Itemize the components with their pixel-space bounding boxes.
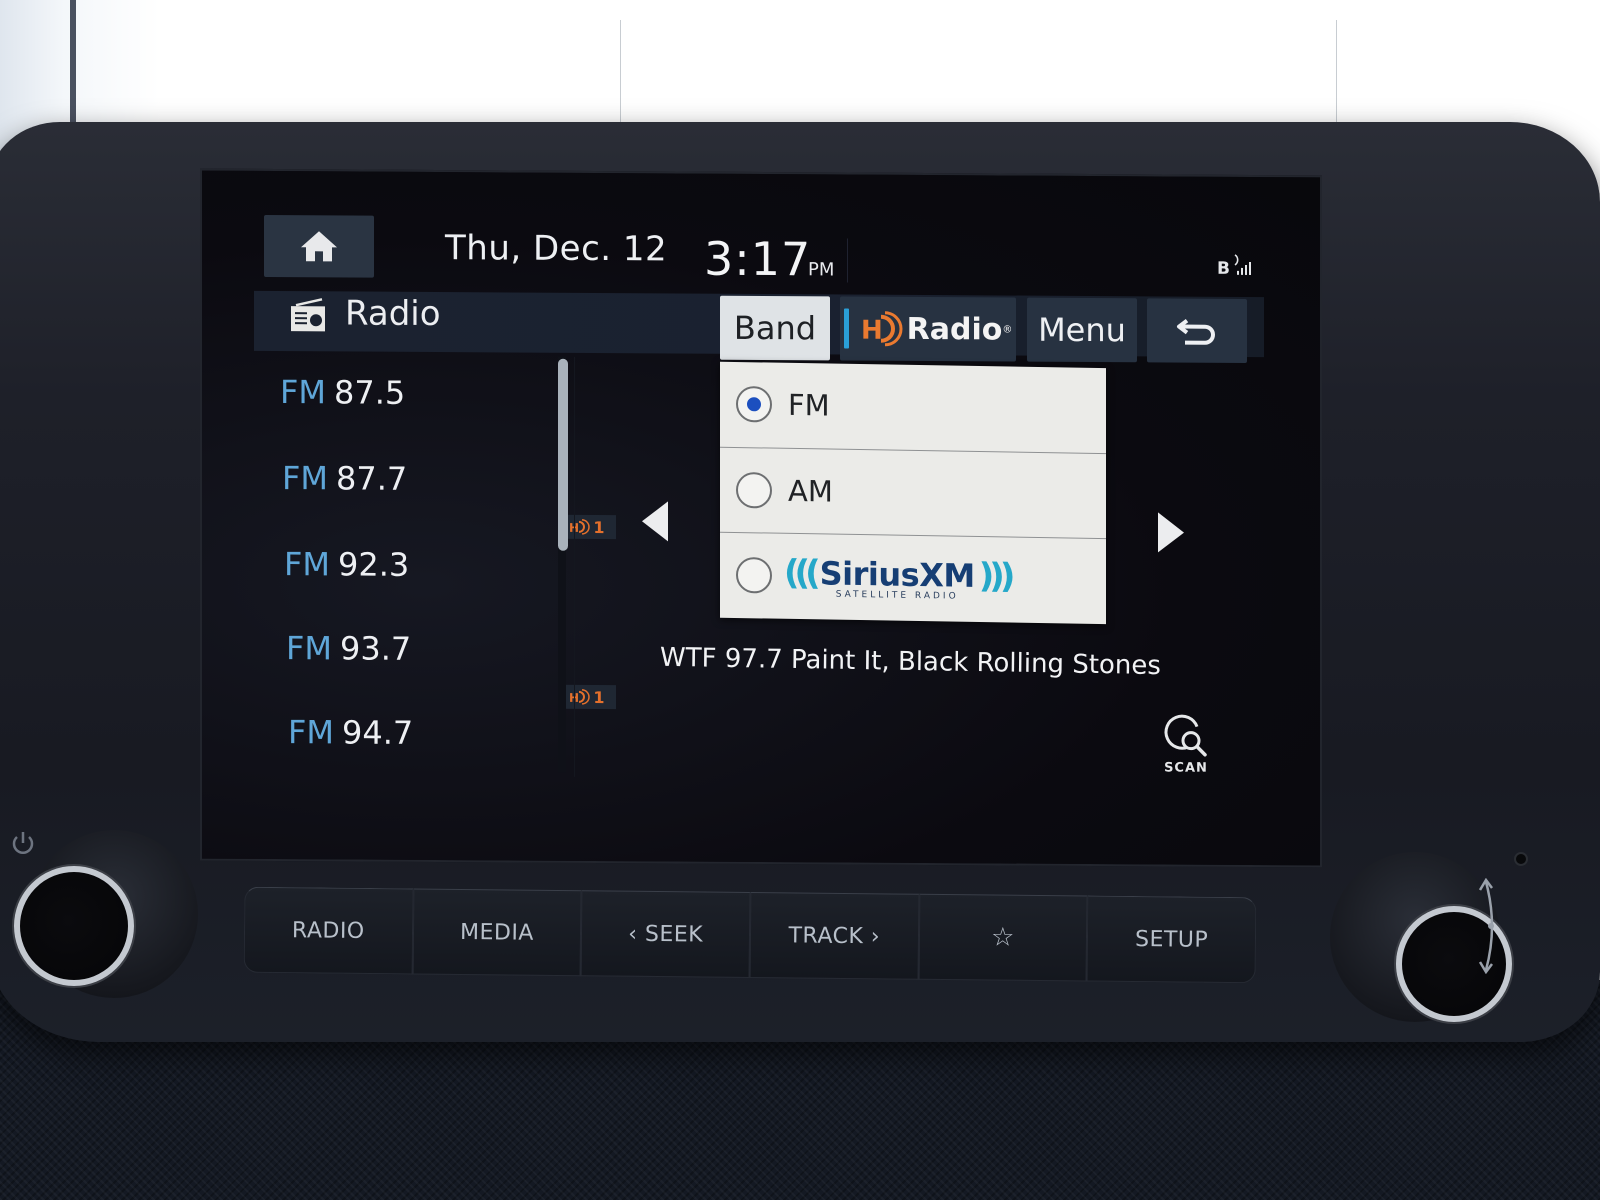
station-item[interactable]: FM 87.7 bbox=[282, 459, 407, 510]
band-option-siriusxm[interactable]: ((( SiriusXM ))) SATELLITE RADIO bbox=[720, 531, 1106, 623]
hw-track-button[interactable]: TRACK › bbox=[749, 892, 920, 980]
page-title: Radio bbox=[345, 293, 441, 335]
power-volume-knob[interactable] bbox=[14, 866, 134, 986]
power-icon bbox=[12, 832, 34, 854]
ampm-indicator: PM bbox=[808, 259, 835, 281]
station-frequency: 87.5 bbox=[334, 373, 406, 412]
window-line bbox=[1336, 20, 1337, 130]
band-button[interactable]: Band bbox=[720, 295, 830, 361]
triangle-left-icon[interactable] bbox=[642, 501, 668, 542]
rotate-arrows-icon bbox=[1478, 878, 1494, 974]
hd-channel-badge: H 1 bbox=[558, 684, 616, 710]
hd-logo-icon: H bbox=[569, 519, 591, 535]
radio-button[interactable] bbox=[736, 556, 772, 594]
scan-button[interactable]: SCAN bbox=[1154, 710, 1218, 776]
hw-favorite-button[interactable]: ☆ bbox=[918, 893, 1088, 982]
scan-label: SCAN bbox=[1164, 760, 1208, 776]
home-icon bbox=[301, 231, 337, 262]
station-frequency: 93.7 bbox=[340, 629, 412, 668]
station-item[interactable]: FM 92.3 bbox=[284, 545, 409, 596]
connectivity-status: B bbox=[1217, 254, 1263, 285]
registered-mark: ® bbox=[1002, 323, 1013, 336]
hd-logo-icon: H bbox=[861, 311, 903, 347]
window-line bbox=[620, 20, 621, 130]
hd-radio-label: Radio bbox=[906, 311, 1003, 347]
menu-button-label: Menu bbox=[1038, 310, 1126, 350]
scrollbar-thumb[interactable] bbox=[558, 358, 568, 551]
station-list: FM 87.5 FM 87.7 H 1 FM 92.3 FM 93.7 H bbox=[262, 357, 616, 779]
divider bbox=[574, 356, 575, 777]
siriusxm-subtitle: SATELLITE RADIO bbox=[835, 589, 959, 602]
star-icon: ☆ bbox=[990, 922, 1016, 953]
divider bbox=[847, 238, 848, 283]
date-display: Thu, Dec. 12 bbox=[445, 228, 668, 270]
station-item[interactable]: FM 93.7 bbox=[286, 629, 411, 680]
station-band: FM bbox=[280, 373, 327, 412]
sxm-waves-right-icon: ))) bbox=[978, 555, 1011, 597]
svg-text:H: H bbox=[861, 316, 883, 346]
scan-search-icon bbox=[1164, 714, 1207, 757]
station-band: FM bbox=[288, 713, 335, 752]
radio-selected-dot bbox=[747, 397, 761, 412]
sensor-dot bbox=[1514, 852, 1528, 866]
hw-seek-button[interactable]: ‹ SEEK bbox=[580, 890, 751, 978]
hd-logo-icon: H bbox=[569, 689, 591, 705]
hw-setup-button[interactable]: SETUP bbox=[1086, 895, 1257, 984]
hd-channel-number: 1 bbox=[593, 687, 605, 707]
menu-button[interactable]: Menu bbox=[1027, 297, 1137, 363]
back-arrow-icon bbox=[1177, 318, 1215, 345]
time-display: 3:17 bbox=[704, 231, 812, 287]
station-frequency: 92.3 bbox=[338, 545, 410, 584]
station-frequency: 87.7 bbox=[336, 459, 408, 498]
station-band: FM bbox=[284, 545, 331, 584]
radio-button[interactable] bbox=[736, 471, 772, 509]
station-item[interactable]: FM 94.7 bbox=[288, 713, 413, 764]
radio-button-selected[interactable] bbox=[736, 385, 772, 423]
sxm-waves-left-icon: ((( bbox=[784, 552, 816, 593]
triangle-right-icon[interactable] bbox=[1158, 512, 1184, 553]
hd-radio-button[interactable]: H Radio ® bbox=[840, 296, 1016, 362]
band-option-fm[interactable]: FM bbox=[720, 362, 1106, 452]
signal-bars-icon bbox=[1234, 254, 1251, 275]
station-item[interactable]: FM 87.5 bbox=[280, 373, 405, 424]
hw-radio-button[interactable]: RADIO bbox=[243, 886, 414, 975]
hw-media-button[interactable]: MEDIA bbox=[412, 888, 582, 977]
band-option-label: AM bbox=[788, 473, 833, 509]
bluetooth-icon: B bbox=[1217, 258, 1230, 279]
home-button[interactable] bbox=[264, 214, 374, 278]
station-band: FM bbox=[282, 459, 329, 498]
band-selection-popup: FM AM ((( SiriusXM ))) SATELLITE RADIO bbox=[720, 361, 1106, 625]
window-frame bbox=[70, 0, 76, 130]
hd-channel-number: 1 bbox=[593, 517, 605, 537]
station-band: FM bbox=[286, 629, 333, 668]
station-frequency: 94.7 bbox=[342, 713, 414, 752]
hardware-button-strip: RADIO MEDIA ‹ SEEK TRACK › ☆ SETUP bbox=[243, 886, 1257, 984]
infotainment-screen: Thu, Dec. 12 3:17 PM B Radio Band H Radi bbox=[200, 168, 1322, 868]
band-option-am[interactable]: AM bbox=[720, 446, 1106, 538]
radio-icon bbox=[291, 298, 325, 332]
band-option-label: FM bbox=[788, 387, 830, 423]
siriusxm-logo: ((( SiriusXM ))) SATELLITE RADIO bbox=[784, 552, 1010, 602]
band-button-label: Band bbox=[733, 308, 817, 348]
back-button[interactable] bbox=[1147, 298, 1247, 363]
hd-indicator-bar bbox=[843, 308, 849, 349]
